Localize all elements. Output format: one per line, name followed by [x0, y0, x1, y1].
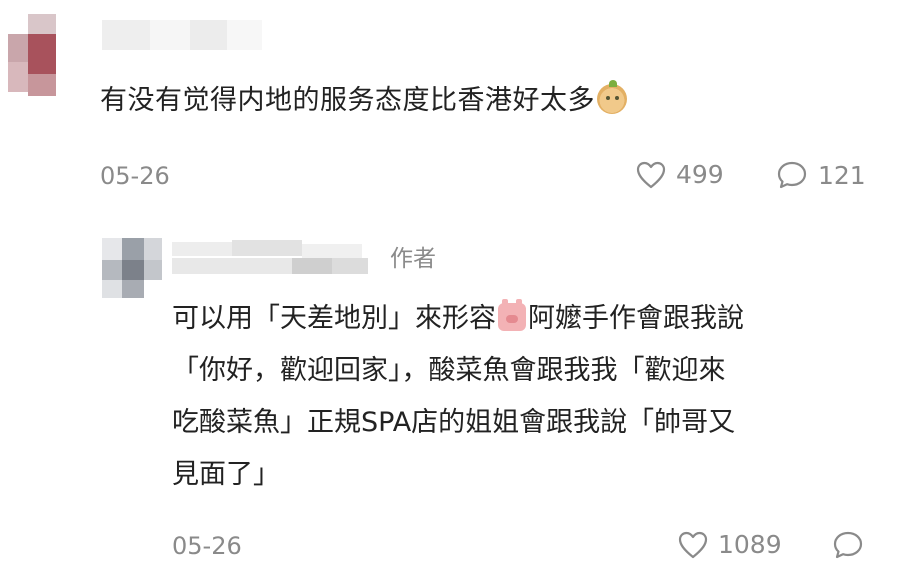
reply-count: 121 [818, 160, 866, 190]
username-blurred[interactable] [102, 20, 262, 50]
avatar[interactable] [8, 14, 64, 98]
comment-text-body: 有没有觉得内地的服务态度比香港好太多 [100, 85, 595, 116]
reply-line-1: 可以用「天差地別」來形容 阿嬤手作會跟我說 [172, 293, 872, 345]
reply-reply-button[interactable] [832, 530, 864, 560]
heart-icon [678, 531, 708, 558]
heart-icon [636, 161, 666, 188]
comment-bubble-icon [833, 531, 863, 559]
reply-line-3: 吃酸菜魚」正規SPA店的姐姐會跟我說「帥哥又 [172, 407, 736, 438]
comment-date: 05-26 [100, 162, 170, 190]
pig-face-emoji-icon [498, 299, 526, 331]
reply-line-2: 「你好，歡迎回家」，酸菜魚會跟我我「歡迎來 [172, 355, 726, 386]
reply-line-1b: 阿嬤手作會跟我說 [528, 303, 744, 334]
comment-bubble-icon [777, 161, 807, 189]
comment-text: 有没有觉得内地的服务态度比香港好太多 [100, 78, 627, 117]
like-count: 499 [676, 160, 724, 189]
reply-date: 05-26 [172, 532, 242, 560]
reply-button[interactable]: 121 [776, 160, 866, 190]
reply-like-count: 1089 [718, 530, 782, 559]
like-button[interactable]: 499 [636, 160, 724, 189]
reply-text: 可以用「天差地別」來形容 阿嬤手作會跟我說 「你好，歡迎回家」，酸菜魚會跟我我「歡… [172, 293, 872, 501]
author-badge: 作者 [390, 246, 436, 272]
reply-line-1a: 可以用「天差地別」來形容 [172, 303, 496, 334]
reply-username-blurred[interactable] [172, 240, 372, 276]
reply-avatar[interactable] [102, 238, 162, 298]
pear-face-emoji-icon [597, 80, 627, 114]
reply-line-4: 見面了」 [172, 459, 280, 490]
reply-like-button[interactable]: 1089 [678, 530, 782, 559]
